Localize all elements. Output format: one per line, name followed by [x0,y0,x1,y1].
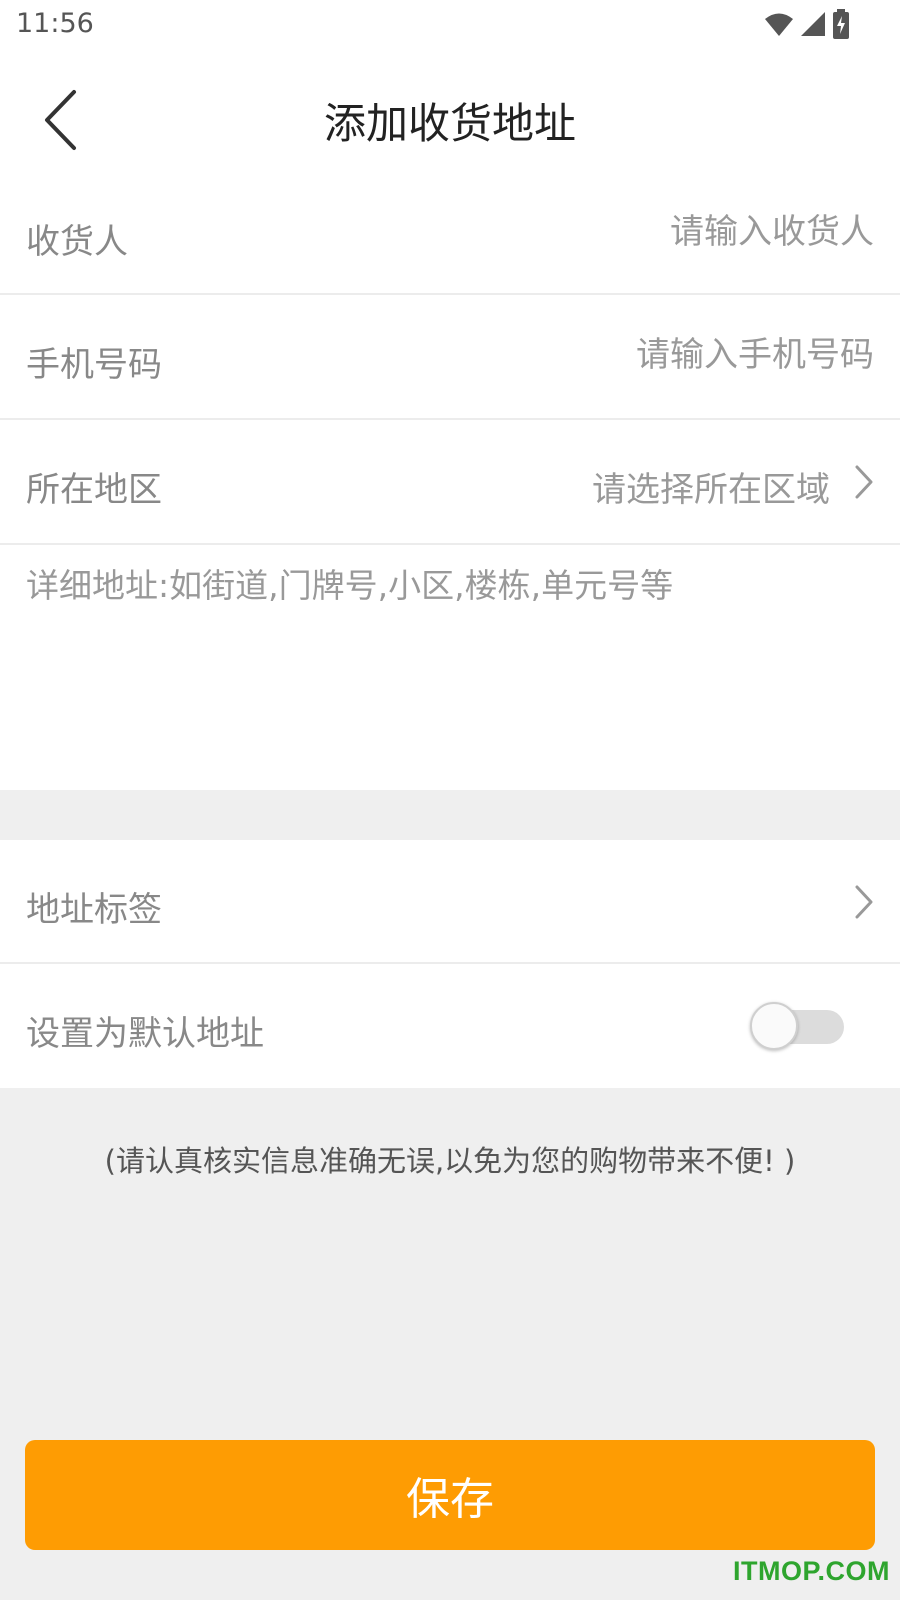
default-address-toggle[interactable] [750,1002,844,1050]
default-address-row: 设置为默认地址 [0,964,900,1088]
notice-text: (请认真核实信息准确无误,以免为您的购物带来不便! ) [104,1144,796,1178]
phone-row: 手机号码 [0,295,900,418]
default-address-label: 设置为默认地址 [26,1014,264,1054]
phone-input[interactable] [454,335,874,375]
address-detail-row [0,545,900,790]
status-bar: 11:56 [0,0,900,50]
page-title: 添加收货地址 [323,99,576,148]
nav-bar: 添加收货地址 [0,50,900,180]
battery-charging-icon [833,9,849,39]
chevron-right-icon [855,465,873,499]
recipient-label: 收货人 [26,222,128,262]
region-selector[interactable]: 所在地区 请选择所在区域 [0,420,900,543]
region-label: 所在地区 [26,470,162,510]
watermark: ITMOP.COM [732,1556,890,1586]
address-tag-label: 地址标签 [26,890,162,930]
toggle-knob [750,1002,798,1050]
phone-label: 手机号码 [26,345,162,385]
recipient-input[interactable] [454,212,874,252]
region-value: 请选择所在区域 [592,470,830,510]
status-icons [764,9,850,39]
chevron-right-icon [855,885,873,919]
status-time: 11:56 [16,8,94,39]
address-tag-row[interactable]: 地址标签 [0,840,900,962]
signal-icon [801,12,825,36]
save-button[interactable]: 保存 [25,1440,875,1550]
add-address-screen: 11:56 添加收货地址 收货人 手机号 [0,0,900,1600]
recipient-row: 收货人 [0,180,900,293]
address-detail-input[interactable] [26,565,874,765]
wifi-icon [765,13,793,36]
